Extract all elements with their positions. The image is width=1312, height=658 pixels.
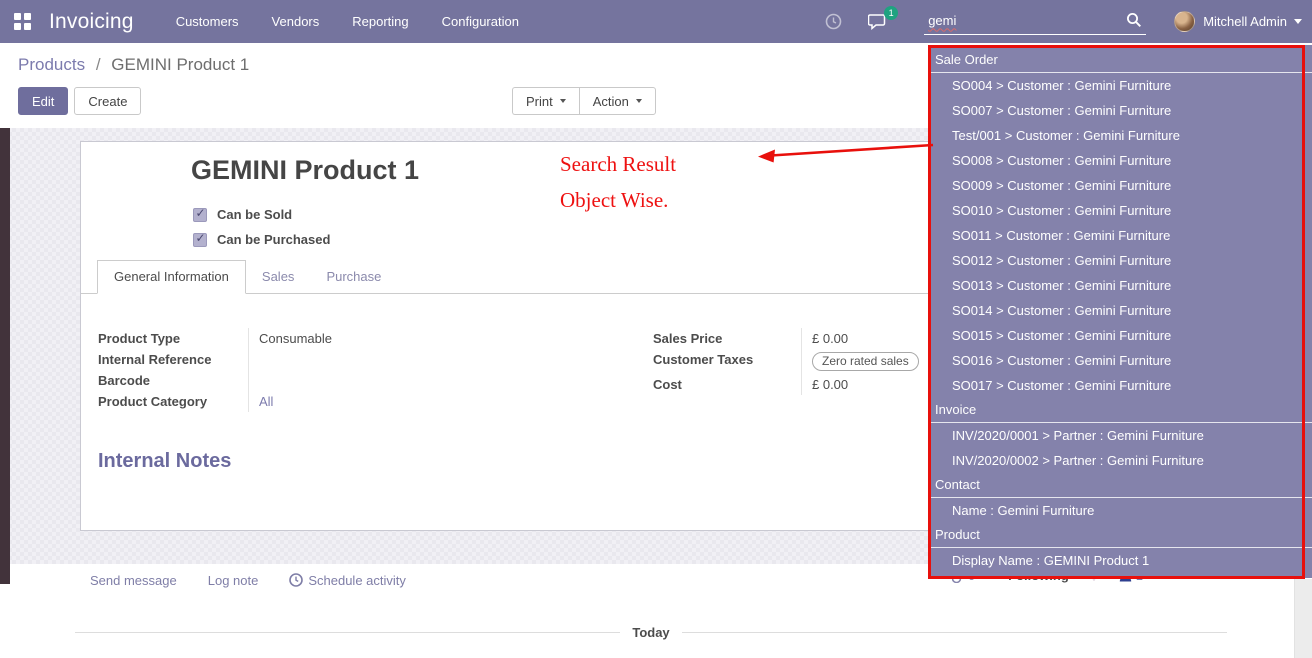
search-group-header: Product xyxy=(929,523,1312,548)
search-result-item[interactable]: SO014 > Customer : Gemini Furniture xyxy=(929,298,1312,323)
print-caret-icon xyxy=(560,99,566,103)
internal-notes-heading: Internal Notes xyxy=(98,450,231,473)
tax-pill-badge: Zero rated sales xyxy=(812,352,919,371)
search-result-item[interactable]: SO009 > Customer : Gemini Furniture xyxy=(929,173,1312,198)
schedule-activity-button[interactable]: Schedule activity xyxy=(289,573,406,588)
search-result-item[interactable]: INV/2020/0001 > Partner : Gemini Furnitu… xyxy=(929,423,1312,448)
messages-icon[interactable]: 1 xyxy=(868,13,888,30)
nav-menu-configuration[interactable]: Configuration xyxy=(442,14,519,29)
edit-button[interactable]: Edit xyxy=(18,87,68,115)
search-result-item[interactable]: INV/2020/0002 > Partner : Gemini Furnitu… xyxy=(929,448,1312,473)
activities-clock-icon[interactable] xyxy=(825,13,842,30)
search-result-item[interactable]: SO015 > Customer : Gemini Furniture xyxy=(929,323,1312,348)
checkbox-row: Can be Sold xyxy=(193,202,330,227)
checkbox-label: Can be Sold xyxy=(217,207,292,222)
schedule-activity-label: Schedule activity xyxy=(308,573,406,588)
search-result-item[interactable]: SO013 > Customer : Gemini Furniture xyxy=(929,273,1312,298)
product-title: GEMINI Product 1 xyxy=(191,155,419,186)
chatter: Send message Log note Schedule activity … xyxy=(0,564,1312,658)
field-label: Product Type xyxy=(98,328,248,349)
checkbox-group: Can be Sold Can be Purchased xyxy=(193,202,330,252)
global-search-input[interactable]: gemi xyxy=(924,9,1146,35)
clock-icon xyxy=(289,573,303,587)
print-dropdown-button[interactable]: Print xyxy=(512,87,579,115)
breadcrumb-current: GEMINI Product 1 xyxy=(111,55,249,74)
tab-general-information[interactable]: General Information xyxy=(97,260,246,294)
checkbox-icon[interactable] xyxy=(193,208,207,222)
tab-purchase[interactable]: Purchase xyxy=(310,261,397,293)
search-result-item[interactable]: SO010 > Customer : Gemini Furniture xyxy=(929,198,1312,223)
checkbox-icon[interactable] xyxy=(193,233,207,247)
search-result-item[interactable]: Display Name : GEMINI Product 1 xyxy=(929,548,1312,573)
tab-sales[interactable]: Sales xyxy=(246,261,311,293)
search-result-item[interactable]: Test/001 > Customer : Gemini Furniture xyxy=(929,123,1312,148)
search-group-header: Invoice xyxy=(929,398,1312,423)
field-value: Consumable xyxy=(248,328,528,349)
nav-right: 1 gemi Mitchell Admin xyxy=(799,9,1302,35)
field-label: Customer Taxes xyxy=(653,349,801,374)
user-avatar[interactable] xyxy=(1174,11,1195,32)
search-result-item[interactable]: SO004 > Customer : Gemini Furniture xyxy=(929,73,1312,98)
page-scrollbar[interactable] xyxy=(1294,579,1312,658)
today-label: Today xyxy=(632,625,669,640)
breadcrumb-separator: / xyxy=(96,55,101,74)
field-value xyxy=(248,349,528,370)
search-group-header: Contact xyxy=(929,473,1312,498)
field-value xyxy=(248,370,528,391)
nav-menu-customers[interactable]: Customers xyxy=(176,14,239,29)
messages-badge: 1 xyxy=(884,6,898,20)
app-name[interactable]: Invoicing xyxy=(49,10,134,34)
action-caret-icon xyxy=(636,99,642,103)
checkbox-label: Can be Purchased xyxy=(217,232,330,247)
search-result-item[interactable]: SO016 > Customer : Gemini Furniture xyxy=(929,348,1312,373)
action-dropdown-button[interactable]: Action xyxy=(579,87,656,115)
checkbox-row: Can be Purchased xyxy=(193,227,330,252)
user-menu-caret-icon[interactable] xyxy=(1294,19,1302,24)
left-edge-strip xyxy=(0,128,10,584)
nav-menu-reporting[interactable]: Reporting xyxy=(352,14,408,29)
search-result-item[interactable]: SO011 > Customer : Gemini Furniture xyxy=(929,223,1312,248)
breadcrumb: Products / GEMINI Product 1 xyxy=(18,55,249,75)
create-button[interactable]: Create xyxy=(74,87,141,115)
field-label: Sales Price xyxy=(653,328,801,349)
fieldgroup-left: Product TypeConsumableInternal Reference… xyxy=(98,328,528,412)
search-icon[interactable] xyxy=(1126,12,1142,28)
search-result-item[interactable]: Name : Gemini Furniture xyxy=(929,498,1312,523)
field-label: Product Category xyxy=(98,391,248,412)
action-label: Action xyxy=(593,94,629,109)
field-label: Cost xyxy=(653,374,801,395)
print-label: Print xyxy=(526,94,553,109)
user-name[interactable]: Mitchell Admin xyxy=(1203,14,1287,29)
search-result-item[interactable]: SO008 > Customer : Gemini Furniture xyxy=(929,148,1312,173)
search-result-item[interactable]: SO012 > Customer : Gemini Furniture xyxy=(929,248,1312,273)
nav-menus: Customers Vendors Reporting Configuration xyxy=(176,14,519,29)
today-divider: Today xyxy=(75,625,1227,640)
search-dropdown: Sale OrderSO004 > Customer : Gemini Furn… xyxy=(929,45,1312,578)
field-label: Internal Reference xyxy=(98,349,248,370)
annotation-line2: Object Wise. xyxy=(560,182,676,218)
annotation-line1: Search Result xyxy=(560,146,676,182)
top-navbar: Invoicing Customers Vendors Reporting Confi… xyxy=(0,0,1312,43)
field-value[interactable]: All xyxy=(248,391,528,412)
annotation-caption: Search Result Object Wise. xyxy=(560,146,676,218)
search-query-text: gemi xyxy=(928,13,956,28)
search-group-header: Sale Order xyxy=(929,48,1312,73)
breadcrumb-products-link[interactable]: Products xyxy=(18,55,85,74)
nav-menu-vendors[interactable]: Vendors xyxy=(272,14,320,29)
apps-menu-icon[interactable] xyxy=(14,13,31,30)
field-label: Barcode xyxy=(98,370,248,391)
send-message-button[interactable]: Send message xyxy=(90,573,177,588)
search-result-item[interactable]: SO007 > Customer : Gemini Furniture xyxy=(929,98,1312,123)
search-result-item[interactable]: SO017 > Customer : Gemini Furniture xyxy=(929,373,1312,398)
log-note-button[interactable]: Log note xyxy=(208,573,259,588)
